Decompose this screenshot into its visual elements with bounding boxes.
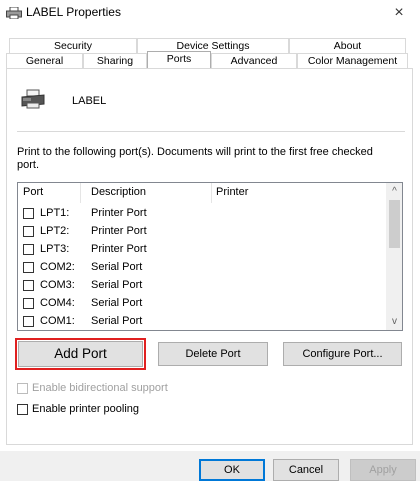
printer-name: LABEL bbox=[72, 95, 107, 107]
port-name: COM2: bbox=[40, 261, 75, 273]
column-divider[interactable] bbox=[80, 183, 81, 203]
port-name: COM3: bbox=[40, 279, 75, 291]
printer-pooling-checkbox[interactable] bbox=[17, 404, 28, 415]
port-description: Printer Port bbox=[91, 225, 147, 237]
title-bar: LABEL Properties × bbox=[0, 0, 420, 26]
port-checkbox[interactable] bbox=[23, 208, 34, 219]
port-name: LPT3: bbox=[40, 243, 70, 255]
column-divider[interactable] bbox=[211, 183, 212, 203]
configure-port-button[interactable]: Configure Port... bbox=[283, 342, 402, 366]
tab-ports[interactable]: Ports bbox=[147, 51, 211, 68]
port-description: Serial Port bbox=[91, 261, 143, 273]
close-button[interactable]: × bbox=[384, 0, 414, 26]
tab-sharing[interactable]: Sharing bbox=[83, 53, 147, 68]
port-description: Printer Port bbox=[91, 207, 147, 219]
port-checkbox[interactable] bbox=[23, 316, 34, 327]
list-item[interactable]: LPT3: Printer Port bbox=[18, 241, 386, 259]
port-name: COM1: bbox=[40, 315, 75, 327]
ok-button[interactable]: OK bbox=[199, 459, 265, 481]
port-checkbox[interactable] bbox=[23, 226, 34, 237]
port-name: LPT1: bbox=[40, 207, 70, 219]
list-item[interactable]: LPT2: Printer Port bbox=[18, 223, 386, 241]
port-name: LPT2: bbox=[40, 225, 70, 237]
bidirectional-support-label: Enable bidirectional support bbox=[32, 382, 168, 394]
port-instructions: Print to the following port(s). Document… bbox=[17, 146, 373, 171]
divider bbox=[17, 131, 405, 132]
column-header-printer[interactable]: Printer bbox=[216, 186, 248, 198]
list-item[interactable]: COM4: Serial Port bbox=[18, 295, 386, 313]
port-checkbox[interactable] bbox=[23, 280, 34, 291]
port-checkbox[interactable] bbox=[23, 244, 34, 255]
printer-icon bbox=[6, 7, 22, 19]
column-header-port[interactable]: Port bbox=[23, 186, 43, 198]
delete-port-button[interactable]: Delete Port bbox=[158, 342, 268, 366]
tab-color-management[interactable]: Color Management bbox=[297, 53, 408, 68]
port-description: Serial Port bbox=[91, 279, 143, 291]
port-description: Serial Port bbox=[91, 315, 143, 327]
tab-general[interactable]: General bbox=[6, 53, 83, 68]
port-list-header: Port Description Printer bbox=[18, 183, 386, 203]
list-item[interactable]: COM3: Serial Port bbox=[18, 277, 386, 295]
tab-security[interactable]: Security bbox=[9, 38, 137, 53]
printer-icon bbox=[21, 89, 45, 109]
tab-about[interactable]: About bbox=[289, 38, 406, 53]
tab-advanced[interactable]: Advanced bbox=[211, 53, 297, 68]
scroll-up-icon[interactable]: ^ bbox=[386, 183, 402, 200]
list-item[interactable]: COM1: Serial Port bbox=[18, 313, 386, 330]
port-list[interactable]: Port Description Printer LPT1: Printer P… bbox=[17, 182, 403, 331]
port-checkbox[interactable] bbox=[23, 262, 34, 273]
vertical-scrollbar[interactable]: ^ v bbox=[386, 183, 402, 330]
list-item[interactable]: COM2: Serial Port bbox=[18, 259, 386, 277]
cancel-button[interactable]: Cancel bbox=[273, 459, 339, 481]
scrollbar-thumb[interactable] bbox=[389, 200, 400, 248]
scroll-down-icon[interactable]: v bbox=[386, 313, 402, 330]
window-title: LABEL Properties bbox=[26, 5, 121, 19]
port-description: Serial Port bbox=[91, 297, 143, 309]
bidirectional-support-checkbox bbox=[17, 383, 28, 394]
apply-button: Apply bbox=[350, 459, 416, 481]
port-description: Printer Port bbox=[91, 243, 147, 255]
printer-pooling-label[interactable]: Enable printer pooling bbox=[32, 403, 139, 415]
list-item[interactable]: LPT1: Printer Port bbox=[18, 205, 386, 223]
highlight-annotation bbox=[15, 338, 146, 370]
port-checkbox[interactable] bbox=[23, 298, 34, 309]
column-header-description[interactable]: Description bbox=[91, 186, 146, 198]
port-name: COM4: bbox=[40, 297, 75, 309]
